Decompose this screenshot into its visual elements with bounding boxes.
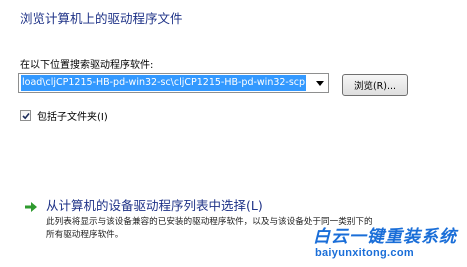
- watermark-name: 白云一键重装系统: [313, 227, 457, 247]
- green-arrow-icon: [25, 202, 37, 212]
- include-subfolders-checkbox[interactable]: [20, 110, 31, 121]
- pick-from-list-title[interactable]: 从计算机的设备驱动程序列表中选择(L): [46, 198, 373, 214]
- chevron-down-icon: [316, 80, 324, 86]
- driver-path-combobox[interactable]: load\cljCP1215-HB-pd-win32-sc\cljCP1215-…: [18, 73, 329, 93]
- driver-path-selected-text: load\cljCP1215-HB-pd-win32-sc\cljCP1215-…: [21, 75, 307, 91]
- include-subfolders-label: 包括子文件夹(I): [37, 112, 108, 123]
- combo-dropdown-button[interactable]: [312, 74, 328, 92]
- checkmark-icon: [21, 112, 30, 119]
- dialog-title: 浏览计算机上的驱动程序文件: [20, 11, 183, 26]
- include-subfolders-row[interactable]: 包括子文件夹(I): [20, 108, 108, 123]
- watermark-url: baiyunxitong.com: [315, 247, 414, 259]
- browse-button[interactable]: 浏览(R)...: [342, 74, 408, 96]
- search-location-label: 在以下位置搜索驱动程序软件:: [20, 60, 154, 71]
- watermark: 白云一键重装系统 baiyunxitong.com: [313, 222, 463, 264]
- driver-path-input[interactable]: load\cljCP1215-HB-pd-win32-sc\cljCP1215-…: [21, 75, 312, 91]
